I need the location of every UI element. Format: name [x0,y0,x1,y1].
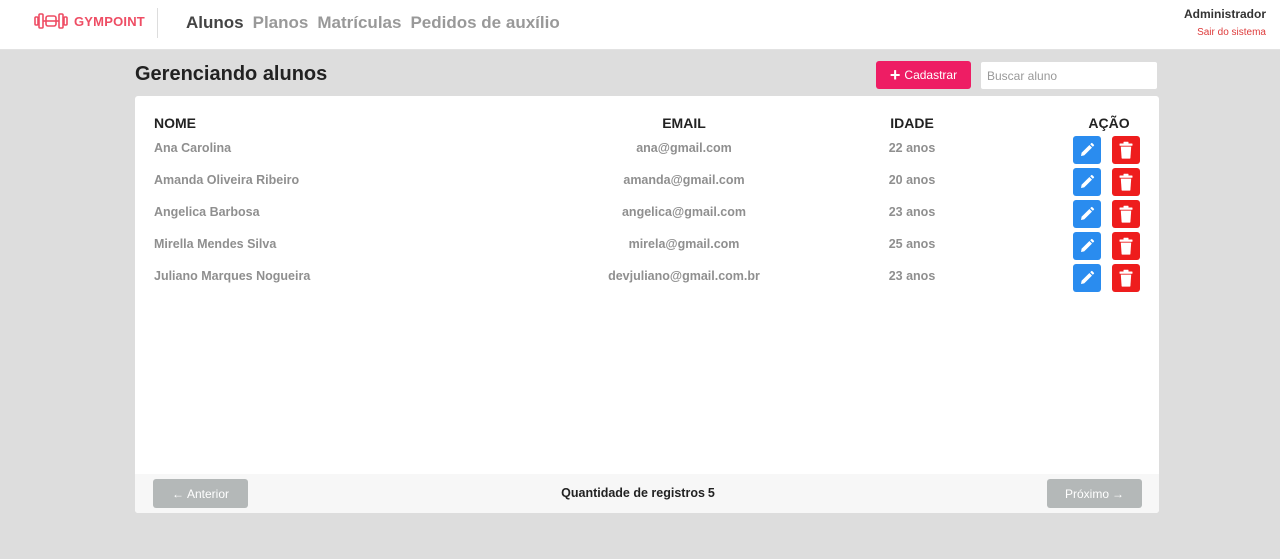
student-name: Juliano Marques Nogueira [154,269,311,283]
column-header-email: EMAIL [662,115,706,131]
column-header-name: NOME [154,115,196,131]
record-count-value: 5 [707,486,715,500]
student-name: Ana Carolina [154,141,232,155]
previous-page-button[interactable]: ← Anterior [153,479,248,508]
top-header: GYMPOINT Alunos Planos Matrículas Pedido… [0,0,1280,50]
trash-icon [1119,141,1133,159]
student-email: ana@gmail.com [636,141,732,155]
delete-button[interactable] [1112,232,1140,260]
pencil-icon [1081,174,1095,188]
student-age: 22 anos [888,141,936,155]
table-row: Mirella Mendes Silva mirela@gmail.com 25… [135,230,1159,262]
edit-button[interactable] [1073,168,1101,196]
trash-icon [1119,237,1133,255]
search-input[interactable] [980,61,1158,90]
pencil-icon [1081,270,1095,284]
pencil-icon [1081,142,1095,156]
header-divider [157,8,158,38]
student-age: 23 anos [888,269,936,283]
record-count-label: Quantidade de registros [561,486,705,500]
nav-item-matriculas[interactable]: Matrículas [317,13,401,33]
edit-button[interactable] [1073,200,1101,228]
student-name: Mirella Mendes Silva [154,237,277,251]
student-email: amanda@gmail.com [623,173,745,187]
nav-item-pedidos-de-auxilio[interactable]: Pedidos de auxílio [410,13,559,33]
delete-button[interactable] [1112,136,1140,164]
arrow-left-icon: ← [171,486,184,501]
pencil-icon [1081,238,1095,252]
nav-item-alunos[interactable]: Alunos [186,13,244,33]
plus-icon: + [889,65,901,85]
column-header-age: IDADE [890,115,934,131]
student-age: 20 anos [888,173,936,187]
table-row: Juliano Marques Nogueira devjuliano@gmai… [135,262,1159,294]
table-row: Amanda Oliveira Ribeiro amanda@gmail.com… [135,166,1159,198]
add-student-button[interactable]: + Cadastrar [876,61,971,89]
user-name: Administrador [1183,7,1266,21]
delete-button[interactable] [1112,264,1140,292]
delete-button[interactable] [1112,200,1140,228]
edit-button[interactable] [1073,136,1101,164]
add-student-label: Cadastrar [904,68,958,82]
page-title: Gerenciando alunos [135,63,328,85]
student-name: Angelica Barbosa [154,205,260,219]
student-name: Amanda Oliveira Ribeiro [154,173,300,187]
brand[interactable]: GYMPOINT [34,12,145,30]
pencil-icon [1081,206,1095,220]
table-row: Angelica Barbosa angelica@gmail.com 23 a… [135,198,1159,230]
table-row: Ana Carolina ana@gmail.com 22 anos [135,134,1159,166]
student-age: 23 anos [888,205,936,219]
dumbbell-icon [34,12,68,30]
nav-item-planos[interactable]: Planos [253,13,309,33]
trash-icon [1119,173,1133,191]
student-age: 25 anos [888,237,936,251]
main-nav: Alunos Planos Matrículas Pedidos de auxí… [186,13,560,33]
delete-button[interactable] [1112,168,1140,196]
trash-icon [1119,269,1133,287]
edit-button[interactable] [1073,232,1101,260]
record-count: Quantidade de registros 5 [561,486,715,500]
student-email: mirela@gmail.com [628,237,740,251]
user-info: Administrador Sair do sistema [1184,7,1266,38]
next-page-button[interactable]: Próximo → [1047,479,1142,508]
students-table-card: NOME EMAIL IDADE AÇÃO Ana Carolina ana@g… [135,96,1159,513]
student-email: angelica@gmail.com [621,205,747,219]
brand-name: GYMPOINT [74,13,145,29]
next-page-label: Próximo [1064,486,1109,501]
previous-page-label: Anterior [186,486,230,501]
trash-icon [1119,205,1133,223]
logout-link[interactable]: Sair do sistema [1184,27,1266,38]
pagination-bar: ← Anterior Quantidade de registros 5 Próx… [135,474,1159,513]
edit-button[interactable] [1073,264,1101,292]
student-email: devjuliano@gmail.com.br [608,269,760,283]
arrow-right-icon: → [1112,486,1124,501]
column-header-action: AÇÃO [1088,115,1130,131]
